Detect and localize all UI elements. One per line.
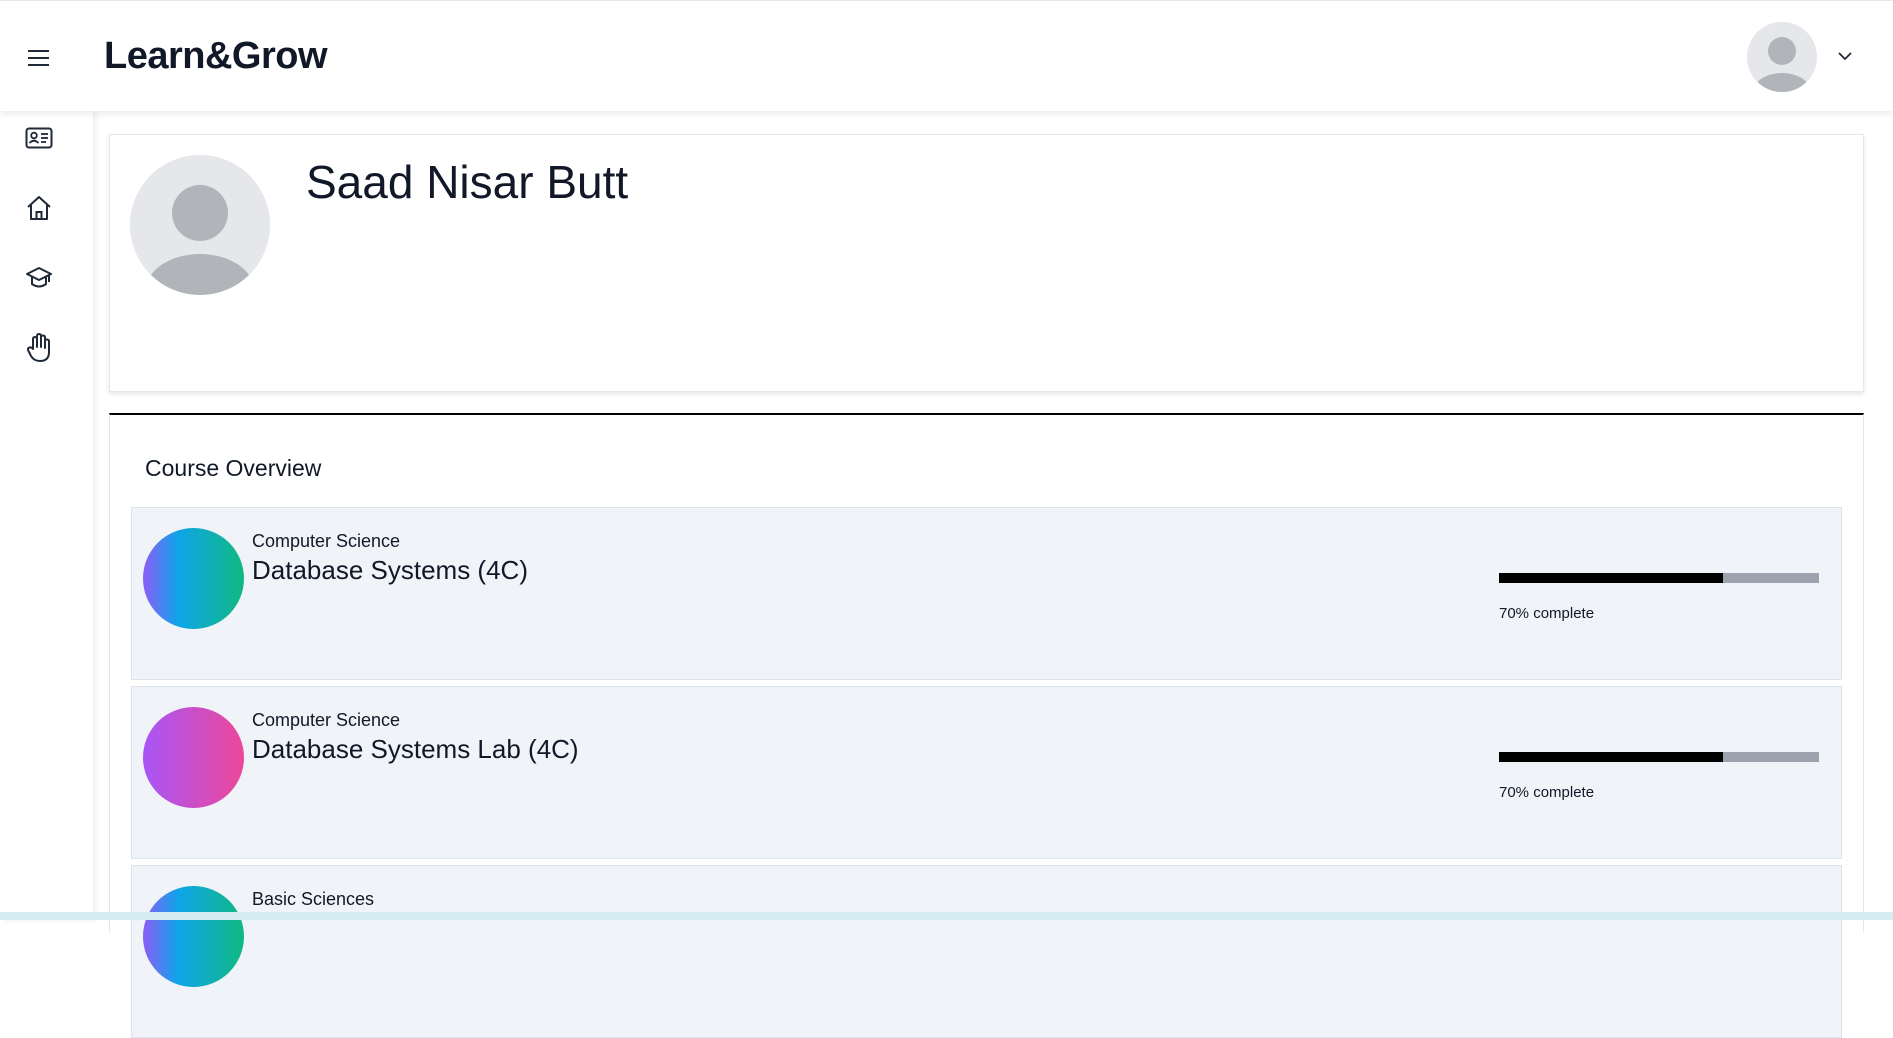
course-category: Computer Science (252, 531, 401, 551)
course-overview-title: Course Overview (145, 455, 322, 481)
course-name[interactable]: Database Systems (4C) (252, 555, 528, 586)
course-card[interactable]: Computer Science Database Systems Lab (4… (131, 686, 1842, 859)
course-card[interactable]: Computer Science Database Systems (4C) 7… (131, 507, 1842, 680)
brand-title[interactable]: Learn&Grow (104, 35, 328, 78)
top-navbar: Learn&Grow (0, 0, 1893, 111)
graduation-cap-icon (25, 265, 53, 296)
course-name[interactable]: Database Systems Lab (4C) (252, 734, 579, 765)
profile-avatar-icon (130, 155, 270, 295)
course-progress-text: 70% complete (1499, 784, 1595, 801)
profile-card: Saad Nisar Butt (109, 134, 1864, 392)
course-thumbnail (143, 707, 244, 808)
user-avatar-icon[interactable] (1747, 22, 1817, 92)
sidebar-item-courses[interactable] (22, 263, 56, 297)
sidebar-item-profile[interactable] (22, 123, 56, 157)
course-overview: Course Overview Computer Science Databas… (109, 413, 1864, 1038)
profile-name: Saad Nisar Butt (306, 156, 629, 208)
bottom-strip (0, 912, 1893, 920)
course-progress-fill (1499, 573, 1723, 583)
course-category: Basic Sciences (252, 889, 375, 909)
course-progress-fill (1499, 752, 1723, 762)
home-icon (25, 194, 53, 227)
sidebar-item-home[interactable] (22, 193, 56, 227)
course-progress-bar (1499, 573, 1819, 583)
chevron-down-icon[interactable] (1837, 48, 1853, 66)
id-card-icon (25, 127, 53, 154)
raised-hand-icon (26, 332, 52, 368)
course-thumbnail (143, 528, 244, 629)
course-category: Computer Science (252, 710, 401, 730)
course-progress-bar (1499, 752, 1819, 762)
sidebar (0, 111, 93, 920)
user-menu[interactable] (1747, 22, 1853, 92)
course-progress-text: 70% complete (1499, 605, 1595, 622)
hamburger-menu-icon[interactable] (24, 43, 54, 73)
course-thumbnail (143, 886, 244, 987)
course-card[interactable]: Basic Sciences (131, 865, 1842, 1038)
sidebar-item-attendance[interactable] (22, 332, 56, 368)
main-content: Saad Nisar Butt Course Overview Computer… (93, 111, 1893, 1038)
